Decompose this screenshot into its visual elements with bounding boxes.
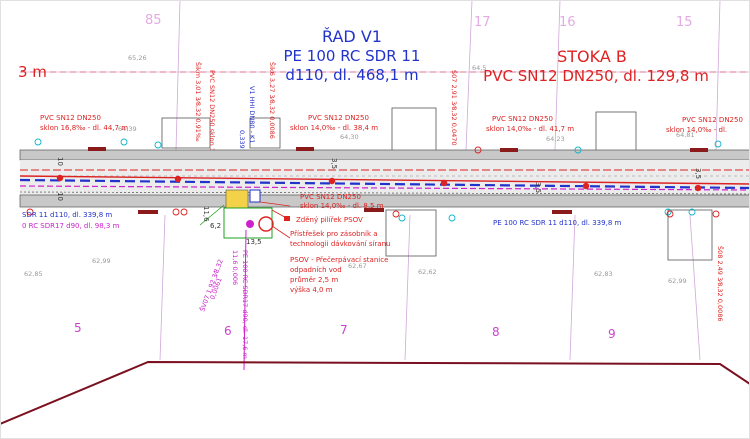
legend-line: PSOV - Přečerpávací stanice	[290, 256, 388, 264]
legend-line: technologii dávkování síranu	[290, 240, 390, 248]
plot-numbers: 5 6 7 8 9	[74, 321, 616, 341]
top-grid-numbers: 17 16 15 85	[145, 13, 693, 30]
elevation: 62,83	[594, 270, 613, 278]
pipe-label-line1: PVC SN12 DN250	[300, 193, 361, 201]
elevation: 62,62	[418, 268, 437, 276]
pvc-label-line1: PVC SN12 DN250	[40, 114, 101, 122]
dim-35: 3,5	[534, 182, 542, 193]
legend-line: Zděný pilířek PSOV	[296, 216, 363, 224]
dim-35: 3,5	[330, 158, 338, 169]
legend-line: Přístřešek pro zásobník a	[290, 230, 378, 238]
stoka-title: STOKA B	[557, 47, 627, 66]
dim-35: 3,5	[694, 168, 702, 179]
service-pipe-label-left: 0 RC SDR17 d90, dl. 98,3 m	[22, 222, 120, 230]
grid-number: 15	[676, 15, 693, 30]
legend-line: odpadních vod	[290, 266, 342, 274]
grid-number: 85	[145, 13, 162, 28]
rad-spec: PE 100 RC SDR 11	[284, 47, 421, 65]
elevation: 64,5	[472, 64, 486, 72]
pvc-label-line2: sklon 16,8‰ - dl. 44,7 m	[40, 124, 128, 132]
water-main-label-right: PE 100 RC SDR 11 d110, dl. 339,8 m	[493, 219, 621, 227]
dim-10: 10	[56, 192, 64, 201]
stoka-b-title: STOKA B PVC SN12 DN250, dl. 129,8 m	[483, 47, 709, 85]
hydrant-label: V1 HHI DN80 - K1	[248, 86, 256, 143]
plot-number: 8	[492, 325, 500, 339]
elevation: 64,23	[546, 135, 565, 143]
station-dim: 13,5	[246, 238, 262, 246]
pvc-label-line2: sklon 14,0‰ - dl. 38,4 m	[290, 124, 378, 132]
site-boundary	[0, 360, 750, 425]
station-legend: Zděný pilířek PSOV Přístřešek pro zásobn…	[284, 216, 390, 294]
elevation: 64,30	[340, 133, 359, 141]
manhole-label: Šikm 3,01 3⁄8,32 0,91‰	[194, 62, 203, 142]
vertical-blue-labels: V1 HHI DN80 - K1 0,3391	[238, 86, 256, 153]
rad-v1-title: ŘAD V1 PE 100 RC SDR 11 d110, dl. 468,1 …	[284, 27, 421, 84]
station-dim: 11,6	[202, 206, 210, 222]
elevation: 62,99	[668, 277, 687, 285]
pvc-label-line2: sklon 14,0‰ - dl.	[666, 126, 727, 134]
stoka-spec: PVC SN12 DN250, dl. 129,8 m	[483, 67, 709, 85]
plot-number: 6	[224, 324, 232, 338]
legend-line: průměr 2,5 m	[290, 276, 338, 284]
elevation: 65,26	[128, 54, 147, 62]
pvc-section-labels: PVC SN12 DN250 sklon 16,8‰ - dl. 44,7 m …	[40, 114, 743, 134]
left-distance: 3 m	[18, 63, 47, 81]
water-main-label-left: SDR 11 d110, dl. 339,8 m	[22, 211, 112, 219]
grid-number: 17	[474, 15, 491, 30]
elevation: 62,99	[92, 257, 111, 265]
rad-dims: d110, dl. 468,1 m	[285, 66, 418, 84]
drawing-canvas: 17 16 15 85 3 m ŘAD V1 PE 100 RC SDR 11 …	[0, 0, 750, 439]
grid-number: 16	[559, 15, 576, 30]
pvc-label-line1: PVC SN12 DN250	[492, 115, 553, 123]
dim-10: 10	[56, 157, 64, 166]
station-dim: 6,2	[210, 222, 221, 230]
manhole-label: Šik6 3,27 3⁄8,32 0,0086	[268, 62, 277, 139]
plot-number: 9	[608, 327, 616, 341]
plot-number: 7	[340, 323, 348, 337]
manhole-label: Š07 2,91 3⁄8,32 0,0470	[450, 70, 459, 146]
pvc-label-line1: PVC SN12 DN250	[308, 114, 369, 122]
magenta-vertical-labels: PE 100 RC SDR17 d90, dl. 17,6 m 11,6 0,0…	[197, 250, 249, 359]
elevation: 62,85	[24, 270, 43, 278]
hydrant-value: 0,3391	[238, 130, 246, 153]
pvc-label-line2: sklon 14,0‰ - dl. 41,7 m	[486, 125, 574, 133]
rad-title: ŘAD V1	[322, 27, 382, 46]
pvc-label-line1: PVC SN12 DN250	[682, 116, 743, 124]
plot-number: 5	[74, 321, 82, 335]
legend-line: výška 4,0 m	[290, 286, 333, 294]
service-pipe-value: 11,6 0,006	[231, 250, 239, 285]
pipe-label-line2: sklon 14,0‰ - dl. 8,5 m	[300, 202, 384, 210]
manhole-label: Š08 2,49 3⁄8,32 0,0086	[716, 246, 725, 322]
